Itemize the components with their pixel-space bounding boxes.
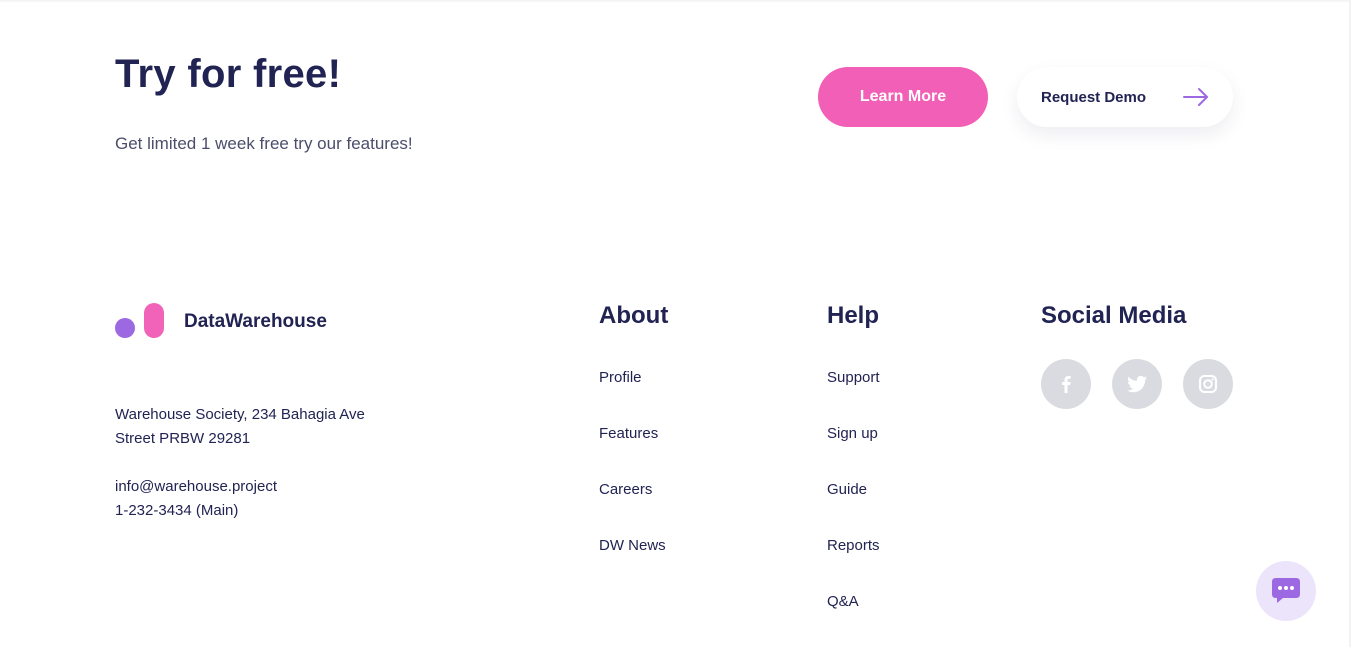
twitter-icon — [1127, 375, 1147, 393]
address: Warehouse Society, 234 Bahagia Ave Stree… — [115, 403, 365, 451]
help-link-support[interactable]: Support — [827, 368, 880, 424]
about-links: Profile Features Careers DW News — [599, 368, 666, 592]
help-link-reports[interactable]: Reports — [827, 536, 880, 592]
request-demo-label: Request Demo — [1041, 88, 1147, 106]
contact-phone: 1-232-3434 (Main) — [115, 502, 239, 519]
chat-bubble-icon — [1272, 578, 1300, 603]
about-link-profile[interactable]: Profile — [599, 368, 666, 424]
learn-more-button[interactable]: Learn More — [818, 67, 988, 127]
help-link-qa[interactable]: Q&A — [827, 592, 880, 647]
about-link-features[interactable]: Features — [599, 424, 666, 480]
about-link-dw-news[interactable]: DW News — [599, 536, 666, 592]
facebook-button[interactable] — [1041, 359, 1091, 409]
page: Try for free! Get limited 1 week free tr… — [0, 0, 1351, 647]
twitter-button[interactable] — [1112, 359, 1162, 409]
chat-widget-button[interactable] — [1256, 561, 1316, 621]
social-icons — [1041, 359, 1233, 409]
help-link-guide[interactable]: Guide — [827, 480, 880, 536]
cta-subtitle: Get limited 1 week free try our features… — [115, 134, 413, 153]
arrow-right-icon — [1183, 88, 1208, 106]
logo-pill-icon — [144, 303, 164, 338]
cta-title: Try for free! — [115, 52, 342, 96]
instagram-button[interactable] — [1183, 359, 1233, 409]
help-link-sign-up[interactable]: Sign up — [827, 424, 880, 480]
social-title: Social Media — [1041, 302, 1187, 329]
address-line-2: Street PRBW 29281 — [115, 430, 251, 447]
help-links: Support Sign up Guide Reports Q&A — [827, 368, 880, 647]
brand-name: DataWarehouse — [184, 311, 327, 332]
facebook-icon — [1062, 376, 1071, 393]
address-line-1: Warehouse Society, 234 Bahagia Ave — [115, 406, 365, 423]
brand-logo[interactable]: DataWarehouse — [115, 303, 355, 339]
instagram-icon — [1199, 375, 1217, 393]
contact-email[interactable]: info@warehouse.project — [115, 475, 277, 499]
top-divider — [0, 0, 1351, 3]
about-title: About — [599, 302, 669, 329]
request-demo-button[interactable]: Request Demo — [1017, 67, 1233, 127]
help-title: Help — [827, 302, 880, 329]
about-link-careers[interactable]: Careers — [599, 480, 666, 536]
logo-dot-icon — [115, 318, 135, 338]
learn-more-label: Learn More — [859, 88, 947, 105]
